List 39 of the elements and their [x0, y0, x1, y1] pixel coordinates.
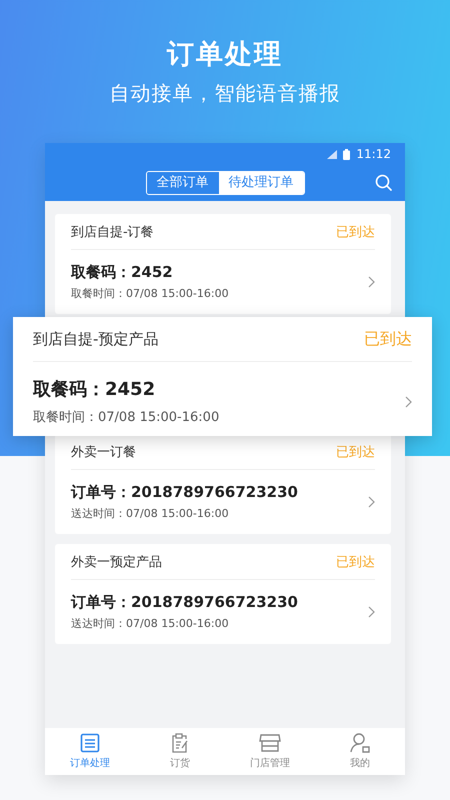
- battery-icon: [343, 148, 350, 160]
- chevron-right-icon: [368, 276, 375, 288]
- order-type: 外卖一预定产品: [71, 554, 162, 570]
- order-time: 送达时间：07/08 15:00-16:00: [71, 616, 230, 631]
- order-card[interactable]: 到店自提-预定产品 已到达 取餐码：2452 取餐时间：07/08 15:00-16:00: [13, 317, 432, 436]
- order-status: 已到达: [336, 224, 375, 240]
- order-card[interactable]: 到店自提-订餐 已到达 取餐码：2452 取餐时间：07/08 15:00-16:00: [55, 214, 391, 314]
- order-status: 已到达: [364, 328, 412, 350]
- order-type: 到店自提-订餐: [71, 224, 154, 240]
- order-time: 取餐时间：07/08 15:00-16:00: [33, 409, 220, 426]
- nav-tab[interactable]: 订货: [145, 733, 215, 770]
- order-status: 已到达: [336, 554, 375, 570]
- status-time: 11:12: [356, 147, 391, 161]
- clipboard-icon: [170, 733, 190, 753]
- order-type: 到店自提-预定产品: [33, 330, 158, 348]
- nav-tab[interactable]: 我的: [325, 733, 395, 770]
- order-status: 已到达: [336, 444, 375, 460]
- search-icon[interactable]: [375, 174, 392, 191]
- signal-icon: [327, 150, 338, 158]
- store-icon: [259, 733, 281, 753]
- order-card[interactable]: 外卖一订餐 已到达 订单号：2018789766723230 送达时间：07/08 15:00-16:00: [55, 434, 391, 534]
- order-code: 取餐码：2452: [33, 378, 156, 402]
- nav-tab[interactable]: 门店管理: [235, 733, 305, 770]
- order-tab[interactable]: 待处理订单: [218, 172, 304, 194]
- nav-tab[interactable]: 订单处理: [55, 733, 125, 770]
- promo-title: 订单处理: [167, 38, 283, 72]
- list-icon: [80, 733, 100, 753]
- chevron-right-icon: [405, 396, 412, 408]
- order-code: 订单号：2018789766723230: [71, 482, 298, 502]
- order-card[interactable]: 外卖一预定产品 已到达 订单号：2018789766723230 送达时间：07/08 15:00-16:00: [55, 544, 391, 644]
- order-time: 送达时间：07/08 15:00-16:00: [71, 506, 230, 521]
- chevron-right-icon: [368, 606, 375, 618]
- person-icon: [350, 733, 370, 753]
- order-code: 取餐码：2452: [71, 262, 174, 282]
- chevron-right-icon: [368, 496, 375, 508]
- order-type: 外卖一订餐: [71, 444, 136, 460]
- order-code: 订单号：2018789766723230: [71, 592, 298, 612]
- order-time: 取餐时间：07/08 15:00-16:00: [71, 286, 229, 301]
- promo-subtitle: 自动接单，智能语音播报: [110, 80, 340, 106]
